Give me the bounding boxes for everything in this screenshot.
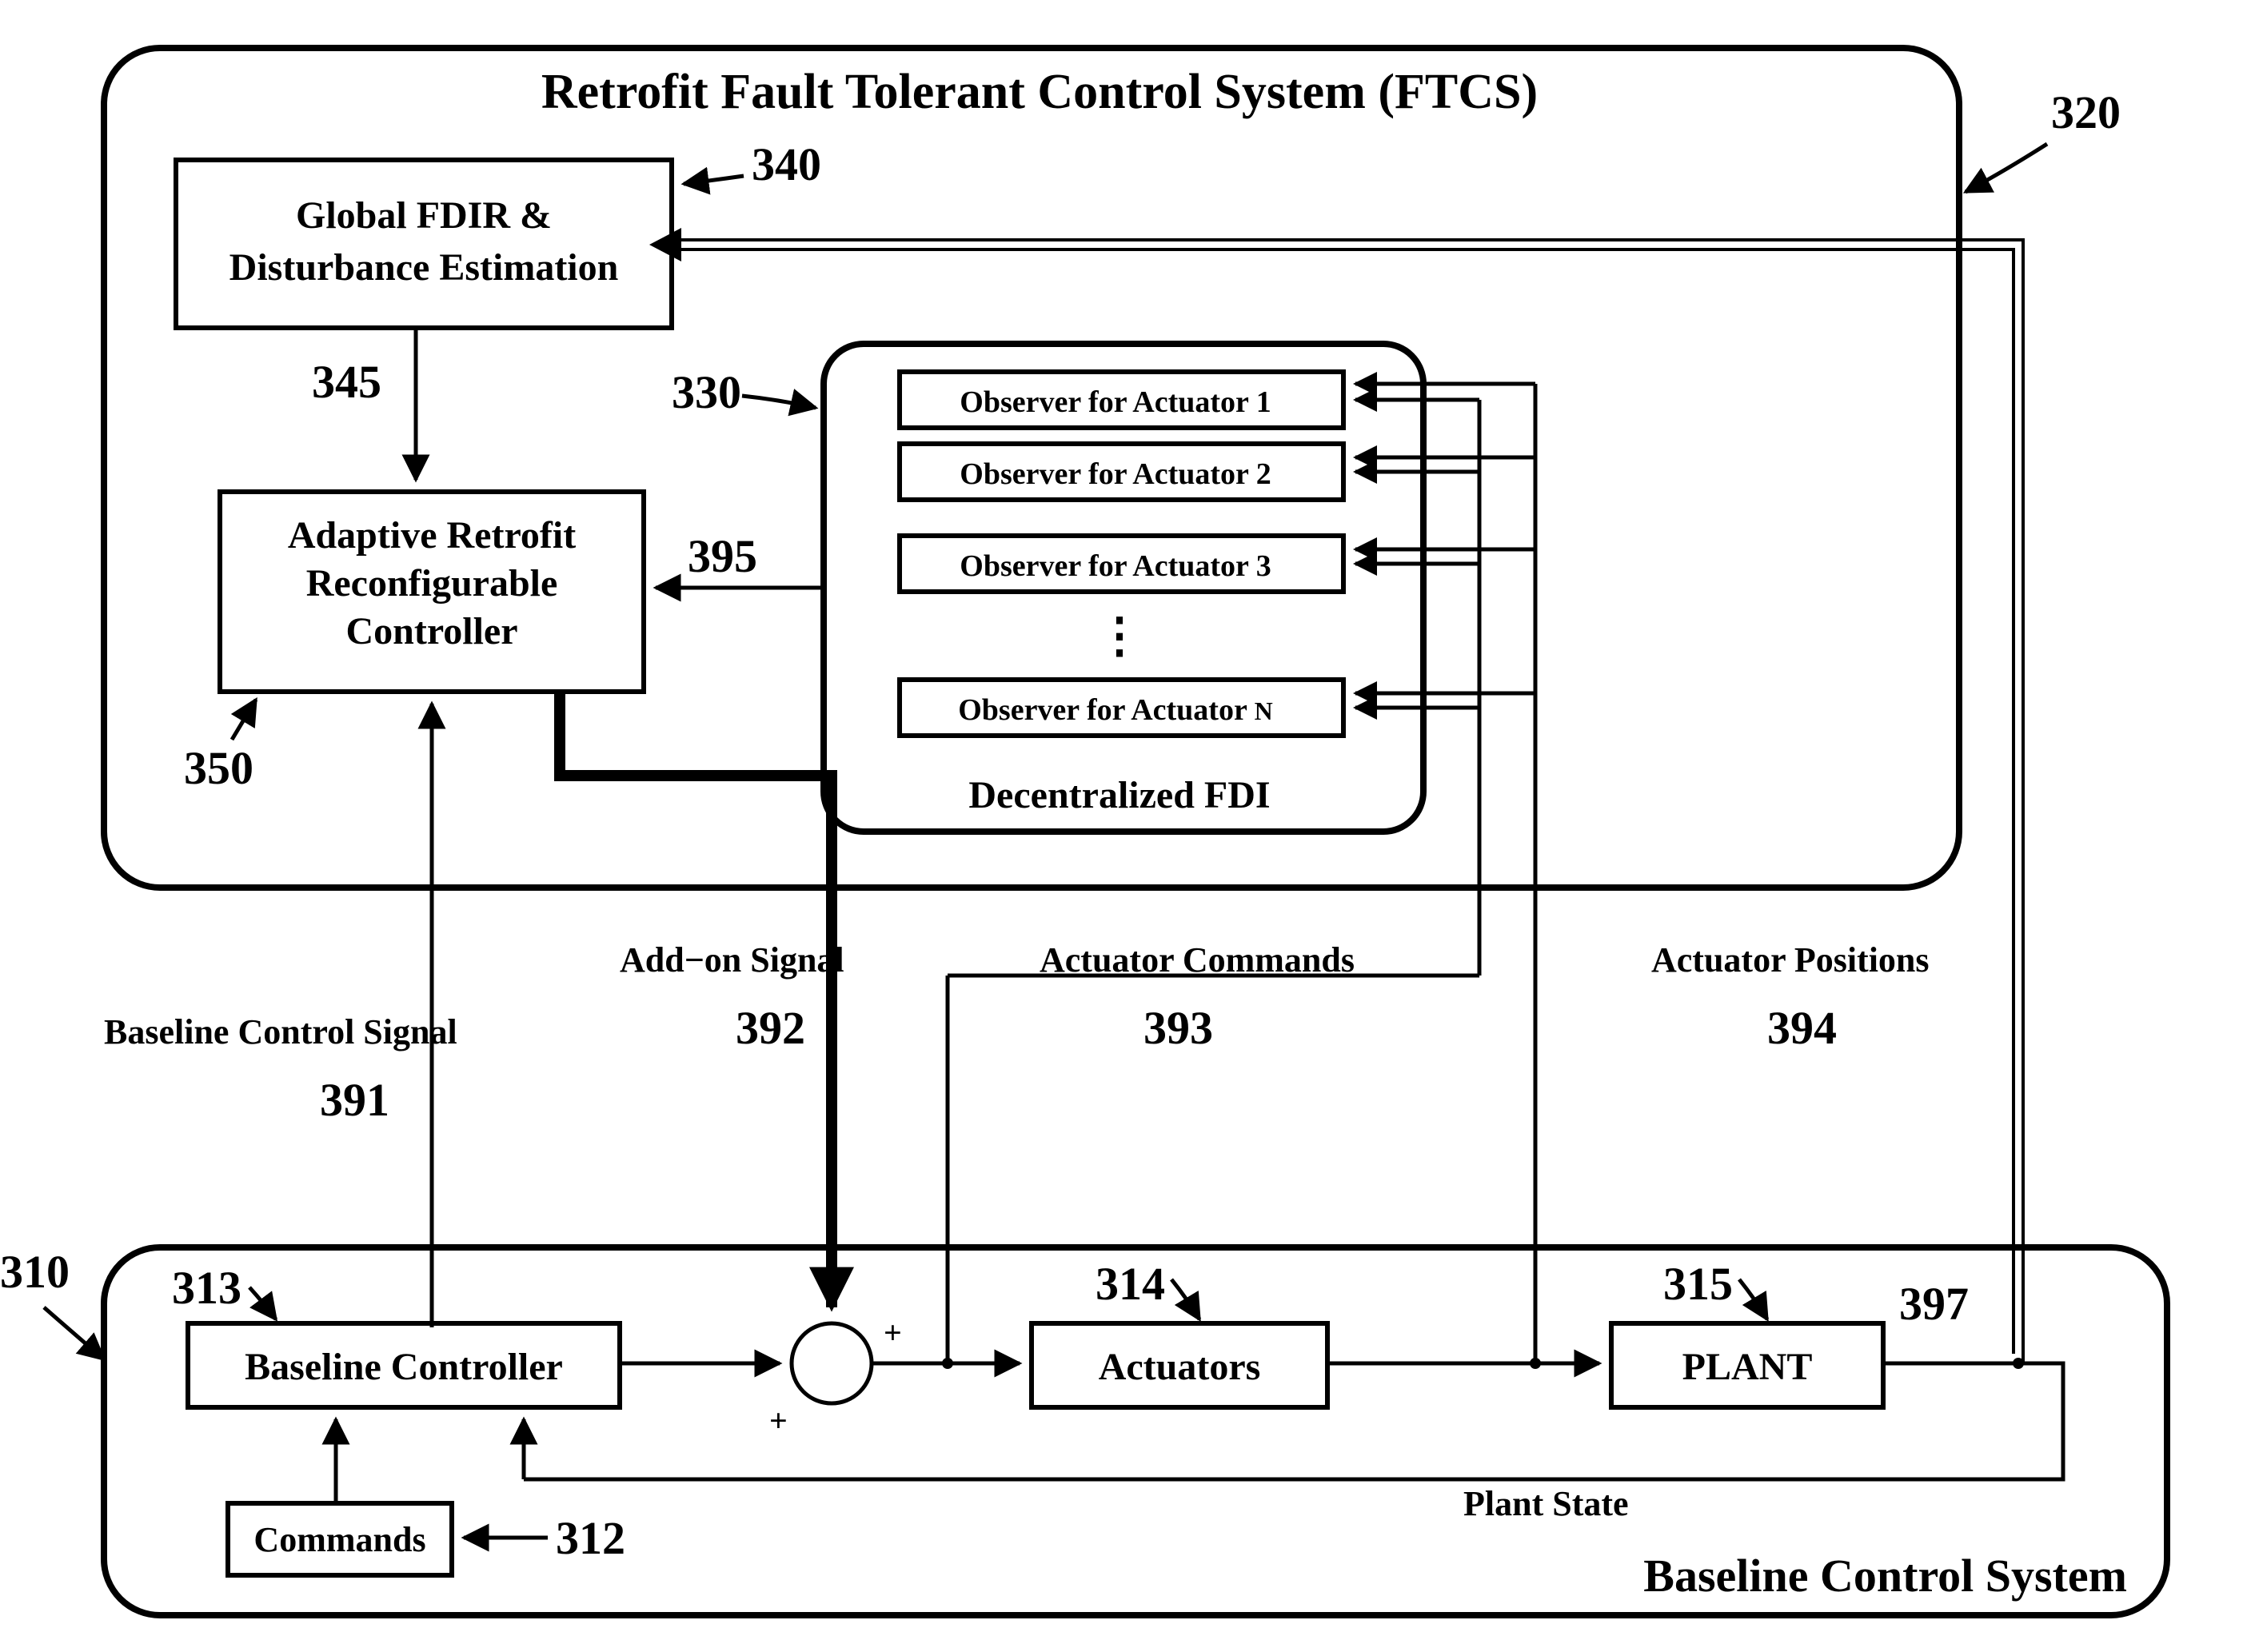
label-391: Baseline Control Signal xyxy=(104,1012,457,1051)
leader-320 xyxy=(1966,144,2047,192)
ref-312: 312 xyxy=(556,1512,625,1564)
ref-320: 320 xyxy=(2051,86,2121,138)
ref-330: 330 xyxy=(672,366,741,418)
ref-391: 391 xyxy=(320,1074,389,1126)
plant-label: PLANT xyxy=(1682,1346,1813,1388)
global-fdir-block xyxy=(176,160,672,328)
ref-350: 350 xyxy=(184,742,253,794)
global-fdir-line2: Disturbance Estimation xyxy=(229,246,619,289)
global-fdir-line1: Global FDIR & xyxy=(296,194,552,237)
ref-310: 310 xyxy=(0,1246,70,1298)
ref-397: 397 xyxy=(1899,1278,1969,1330)
ftcs-title: Retrofit Fault Tolerant Control System (… xyxy=(541,65,1538,119)
adaptive-l2: Reconfigurable xyxy=(306,562,558,605)
plant-state-label: Plant State xyxy=(1463,1484,1629,1523)
ref-395: 395 xyxy=(688,530,757,582)
commands-label: Commands xyxy=(253,1520,425,1559)
obs1-label: Observer for Actuator 1 xyxy=(960,385,1271,419)
baseline-title: Baseline Control System xyxy=(1643,1550,2127,1602)
ref-392: 392 xyxy=(736,1002,805,1054)
ref-393: 393 xyxy=(1143,1002,1213,1054)
obs2-label: Observer for Actuator 2 xyxy=(960,457,1271,491)
obsN-label: Observer for Actuator N xyxy=(958,693,1273,727)
ref-315: 315 xyxy=(1663,1258,1733,1310)
ref-345: 345 xyxy=(312,356,381,408)
obs3-label: Observer for Actuator 3 xyxy=(960,549,1271,583)
summing-junction xyxy=(792,1323,872,1403)
fdi-title: Decentralized FDI xyxy=(968,774,1270,816)
label-392: Add−on Signal xyxy=(620,940,844,980)
adaptive-l3: Controller xyxy=(345,610,517,652)
tap-393 xyxy=(942,1358,953,1369)
ref-340: 340 xyxy=(752,138,821,190)
ref-313: 313 xyxy=(172,1262,241,1314)
tap-dbl xyxy=(2013,1358,2024,1369)
tap-394 xyxy=(1530,1358,1541,1369)
leader-310 xyxy=(44,1307,104,1359)
adaptive-l1: Adaptive Retrofit xyxy=(288,514,576,557)
plus-top: + xyxy=(884,1315,902,1351)
ref-394: 394 xyxy=(1767,1002,1837,1054)
obs-dots: ⋮ xyxy=(1096,609,1143,662)
actuators-label: Actuators xyxy=(1099,1346,1261,1388)
plus-left: + xyxy=(769,1403,788,1439)
ref-314: 314 xyxy=(1096,1258,1165,1310)
baseline-controller-label: Baseline Controller xyxy=(245,1346,563,1388)
diagram-canvas: Retrofit Fault Tolerant Control System (… xyxy=(0,0,2267,1652)
label-394: Actuator Positions xyxy=(1651,940,1930,980)
